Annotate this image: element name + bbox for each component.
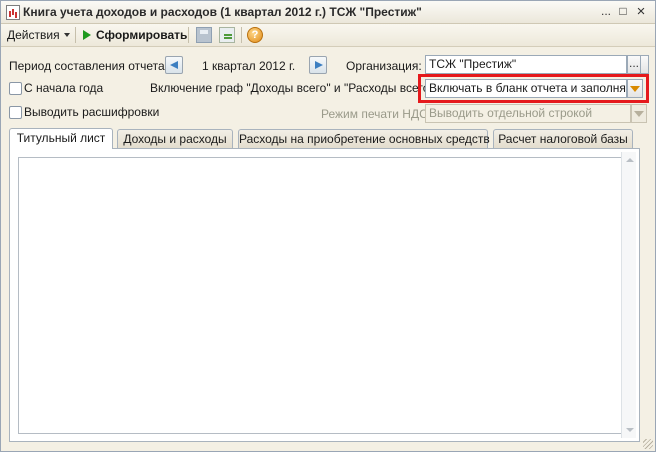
toolbar: Действия Сформировать ? <box>1 24 655 47</box>
maximize-button[interactable]: □ <box>615 4 631 19</box>
actions-menu[interactable]: Действия <box>7 26 70 44</box>
show-details-checkbox[interactable] <box>9 106 22 119</box>
actions-menu-label: Действия <box>7 28 60 42</box>
organization-input[interactable]: ТСЖ "Престиж" <box>425 55 627 74</box>
generate-button[interactable]: Сформировать <box>83 26 187 44</box>
report-app-icon <box>6 5 20 20</box>
chevron-down-icon <box>634 111 644 117</box>
chevron-down-icon <box>63 33 70 37</box>
tab-fixed-assets-expenses[interactable]: Расходы на приобретение основных средств <box>238 129 490 148</box>
generate-button-label: Сформировать <box>96 28 188 42</box>
save-icon[interactable] <box>196 27 212 43</box>
vat-mode-select: Выводить отдельной строкой <box>425 104 631 123</box>
play-icon <box>83 30 91 40</box>
window-menu-button[interactable]: ... <box>598 4 614 19</box>
period-label: Период составления отчета: <box>9 59 169 73</box>
scroll-up-icon[interactable] <box>626 158 634 162</box>
period-prev-button[interactable] <box>165 56 183 74</box>
report-sheet[interactable] <box>18 157 622 434</box>
close-button[interactable]: × <box>633 4 649 19</box>
period-next-button[interactable] <box>309 56 327 74</box>
highlight-box <box>418 74 649 103</box>
arrow-right-icon <box>315 61 323 69</box>
window-title: Книга учета доходов и расходов (1 кварта… <box>23 5 422 19</box>
period-value: 1 квартал 2012 г. <box>202 59 296 73</box>
arrow-left-icon <box>170 61 178 69</box>
scroll-down-icon[interactable] <box>626 428 634 432</box>
report-window: Книга учета доходов и расходов (1 кварта… <box>0 0 656 452</box>
organization-label: Организация: <box>346 59 422 73</box>
help-icon[interactable]: ? <box>247 27 263 43</box>
tab-panel <box>9 148 640 442</box>
organization-select-button[interactable]: ... <box>627 55 641 74</box>
toolbar-divider <box>188 27 189 43</box>
show-details-label: Выводить расшифровки <box>24 105 160 119</box>
export-icon[interactable] <box>219 27 235 43</box>
vat-mode-label: Режим печати НДС: <box>321 107 432 121</box>
vertical-scrollbar[interactable] <box>621 152 636 438</box>
title-bar[interactable]: Книга учета доходов и расходов (1 кварта… <box>1 1 655 24</box>
include-columns-label: Включение граф "Доходы всего" и "Расходы… <box>150 81 438 95</box>
resize-grip[interactable] <box>643 439 653 449</box>
organization-clear-button[interactable] <box>640 55 649 74</box>
tab-title-page[interactable]: Титульный лист <box>9 128 113 149</box>
tab-tax-base-calculation[interactable]: Расчет налоговой базы <box>493 129 633 148</box>
toolbar-divider <box>75 27 76 43</box>
from-year-start-label: С начала года <box>24 81 104 95</box>
vat-mode-dropdown-button <box>631 104 647 123</box>
tab-income-expenses[interactable]: Доходы и расходы <box>117 129 233 148</box>
toolbar-divider <box>241 27 242 43</box>
from-year-start-checkbox[interactable] <box>9 82 22 95</box>
